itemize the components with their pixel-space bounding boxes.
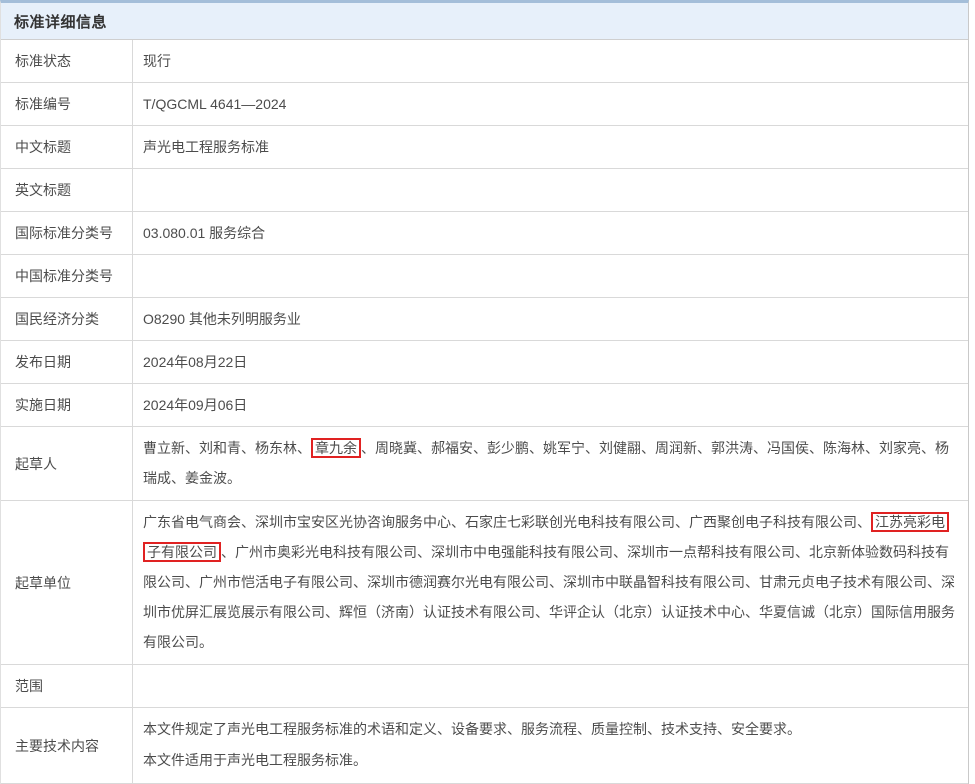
panel-title: 标准详细信息 xyxy=(14,11,107,32)
row-label: 中国标准分类号 xyxy=(1,255,133,297)
table-row: 国际标准分类号03.080.01 服务综合 xyxy=(1,212,968,255)
row-label: 主要技术内容 xyxy=(1,708,133,783)
table-row: 中文标题声光电工程服务标准 xyxy=(1,126,968,169)
row-value xyxy=(133,255,968,297)
table-row: 中国标准分类号 xyxy=(1,255,968,298)
row-label: 国际标准分类号 xyxy=(1,212,133,254)
row-label: 范围 xyxy=(1,665,133,707)
text-segment: 、广州市奥彩光电科技有限公司、深圳市中电强能科技有限公司、深圳市一点帮科技有限公… xyxy=(143,544,955,650)
row-value: 声光电工程服务标准 xyxy=(133,126,968,168)
standard-detail-panel: 标准详细信息 标准状态现行标准编号T/QGCML 4641—2024中文标题声光… xyxy=(0,0,969,784)
table-row: 主要技术内容本文件规定了声光电工程服务标准的术语和定义、设备要求、服务流程、质量… xyxy=(1,708,968,784)
row-value: 本文件规定了声光电工程服务标准的术语和定义、设备要求、服务流程、质量控制、技术支… xyxy=(133,708,968,783)
row-label: 英文标题 xyxy=(1,169,133,211)
row-label: 发布日期 xyxy=(1,341,133,383)
row-value: 现行 xyxy=(133,40,968,82)
table-row: 起草单位广东省电气商会、深圳市宝安区光协咨询服务中心、石家庄七彩联创光电科技有限… xyxy=(1,501,968,665)
table-row: 标准编号T/QGCML 4641—2024 xyxy=(1,83,968,126)
row-label: 起草人 xyxy=(1,427,133,500)
table-row: 实施日期2024年09月06日 xyxy=(1,384,968,427)
row-value: 03.080.01 服务综合 xyxy=(133,212,968,254)
row-label: 标准编号 xyxy=(1,83,133,125)
table-row: 英文标题 xyxy=(1,169,968,212)
row-value xyxy=(133,169,968,211)
table-row: 标准状态现行 xyxy=(1,40,968,83)
row-label: 实施日期 xyxy=(1,384,133,426)
row-label: 中文标题 xyxy=(1,126,133,168)
panel-header: 标准详细信息 xyxy=(1,3,968,40)
row-value: 广东省电气商会、深圳市宝安区光协咨询服务中心、石家庄七彩联创光电科技有限公司、广… xyxy=(133,501,968,664)
table-row: 范围 xyxy=(1,665,968,708)
row-value xyxy=(133,665,968,707)
row-label: 标准状态 xyxy=(1,40,133,82)
content-paragraph: 本文件规定了声光电工程服务标准的术语和定义、设备要求、服务流程、质量控制、技术支… xyxy=(143,714,958,745)
row-value: T/QGCML 4641—2024 xyxy=(133,83,968,125)
row-value: O8290 其他未列明服务业 xyxy=(133,298,968,340)
table-row: 起草人曹立新、刘和青、杨东林、章九余、周晓冀、郝福安、彭少鹏、姚军宁、刘健翮、周… xyxy=(1,427,968,501)
text-segment: 广东省电气商会、深圳市宝安区光协咨询服务中心、石家庄七彩联创光电科技有限公司、广… xyxy=(143,514,871,530)
row-value: 2024年08月22日 xyxy=(133,341,968,383)
row-label: 国民经济分类 xyxy=(1,298,133,340)
table-row: 发布日期2024年08月22日 xyxy=(1,341,968,384)
row-label: 起草单位 xyxy=(1,501,133,664)
table-row: 国民经济分类O8290 其他未列明服务业 xyxy=(1,298,968,341)
detail-table: 标准状态现行标准编号T/QGCML 4641—2024中文标题声光电工程服务标准… xyxy=(1,40,968,784)
highlight-box: 章九余 xyxy=(311,438,361,458)
text-segment: 曹立新、刘和青、杨东林、 xyxy=(143,440,311,456)
row-value: 曹立新、刘和青、杨东林、章九余、周晓冀、郝福安、彭少鹏、姚军宁、刘健翮、周润新、… xyxy=(133,427,968,500)
row-value: 2024年09月06日 xyxy=(133,384,968,426)
